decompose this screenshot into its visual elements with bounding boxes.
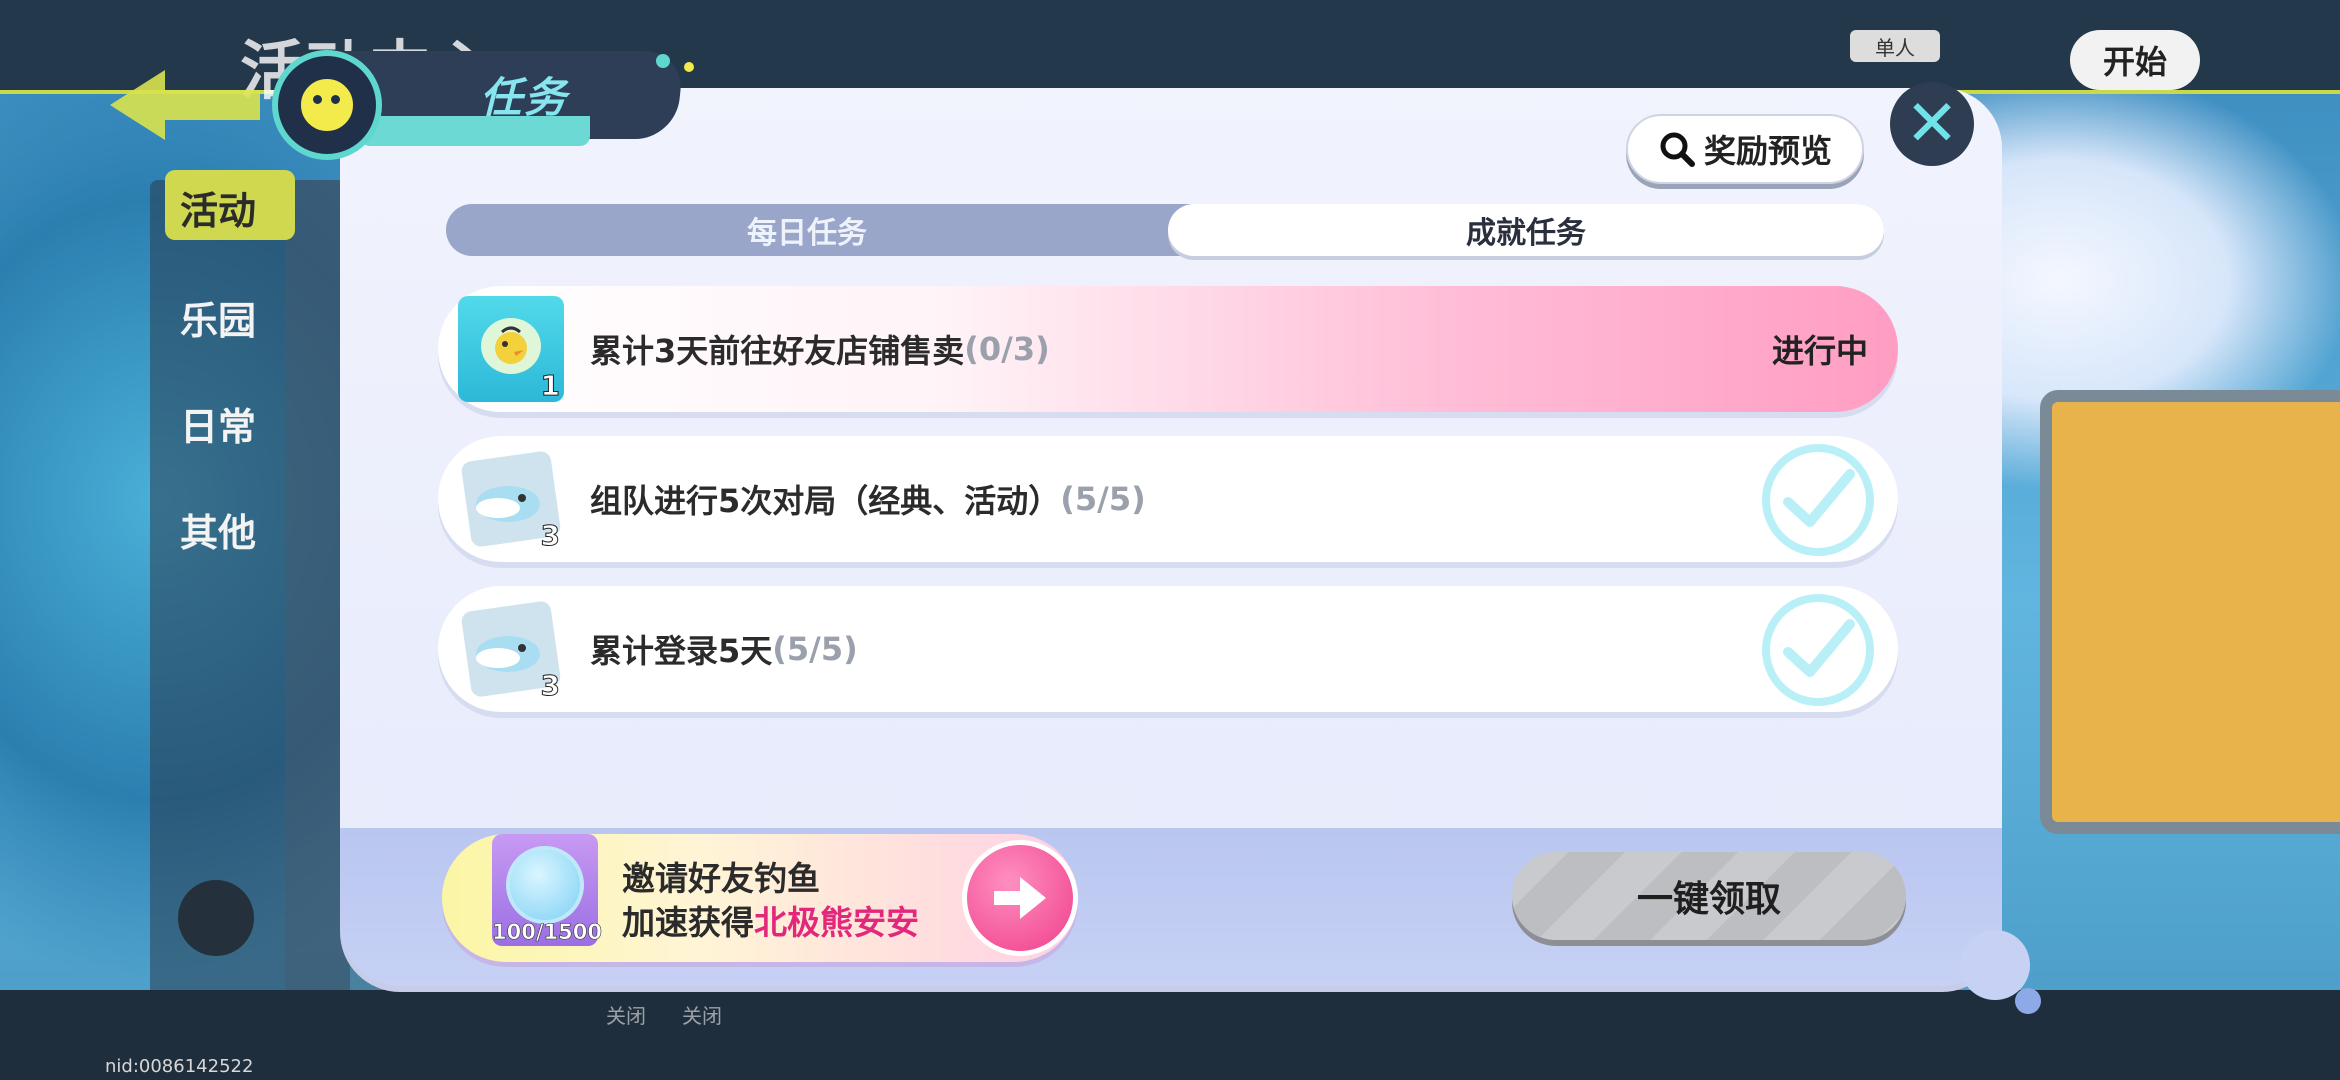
task-description: 组队进行5次对局（经典、活动） (590, 482, 1061, 520)
reward-count: 3 (540, 519, 561, 553)
invite-progress-count: 100/1500 (492, 920, 603, 945)
close-icon: ✕ (1905, 87, 1959, 161)
task-tabs: 每日任务 成就任务 (446, 204, 1884, 256)
bottom-label-1: 关闭 (606, 1004, 646, 1028)
task-progress: (5/5) (772, 630, 858, 668)
bottom-label-2: 关闭 (682, 1004, 722, 1028)
dialog-tail-dot (2015, 988, 2041, 1014)
search-icon (1660, 132, 1695, 167)
reward-count: 3 (540, 669, 561, 703)
mascot-icon (272, 50, 382, 160)
single-mode-label: 单人 (1850, 30, 1940, 62)
reward-count: 1 (540, 369, 561, 403)
title-decor-dot (656, 54, 670, 68)
task-row[interactable]: 3 累计登录5天 (5/5) (438, 586, 1898, 712)
completed-check-icon (1762, 444, 1874, 556)
tab-achievement-tasks[interactable]: 成就任务 (1168, 204, 1884, 256)
invite-friends-banner[interactable]: 100/1500 邀请好友钓鱼 加速获得北极熊安安 (442, 834, 1078, 962)
invite-go-button[interactable] (962, 840, 1078, 956)
task-progress: (0/3) (964, 330, 1050, 368)
side-item-daily: 日常 (180, 405, 257, 449)
background-card (2040, 390, 2340, 834)
task-status-in-progress: 进行中 (1771, 332, 1868, 370)
claim-all-button[interactable]: 一键领取 (1512, 852, 1906, 940)
back-arrow-icon (110, 70, 260, 140)
start-button: 开始 (2070, 30, 2200, 90)
invite-reward-name: 北极熊安安 (754, 903, 919, 942)
title-decor-dot (684, 62, 694, 72)
task-description: 累计3天前往好友店铺售卖 (590, 332, 965, 370)
bear-coin-icon: 100/1500 (492, 834, 603, 946)
fish-pack-icon: 3 (458, 446, 564, 553)
tab-daily-tasks[interactable]: 每日任务 (446, 204, 1168, 256)
close-button[interactable]: ✕ (1890, 82, 1974, 166)
filter-icon (178, 880, 254, 956)
fish-pack-icon: 3 (458, 596, 564, 703)
duck-badge-icon: 1 (458, 296, 564, 403)
task-row[interactable]: 3 组队进行5次对局（经典、活动） (5/5) (438, 436, 1898, 562)
reward-preview-label: 奖励预览 (1703, 132, 1832, 170)
background-bottom-bar (0, 990, 2340, 1080)
nid-label: nid:0086142522 (105, 1056, 254, 1077)
side-item-activity: 活动 (180, 189, 257, 233)
invite-line-2: 加速获得北极熊安安 (622, 903, 919, 942)
task-description: 累计登录5天 (590, 632, 773, 670)
invite-line-1: 邀请好友钓鱼 (622, 859, 820, 898)
side-item-park: 乐园 (180, 299, 257, 343)
completed-check-icon (1762, 594, 1874, 706)
dialog-title: 任务 (480, 73, 569, 122)
task-row[interactable]: 1 累计3天前往好友店铺售卖 (0/3) 进行中 (438, 286, 1898, 412)
side-item-other: 其他 (180, 511, 257, 555)
reward-preview-button[interactable]: 奖励预览 (1626, 114, 1864, 184)
task-progress: (5/5) (1060, 480, 1146, 518)
arrow-right-icon (994, 877, 1046, 919)
